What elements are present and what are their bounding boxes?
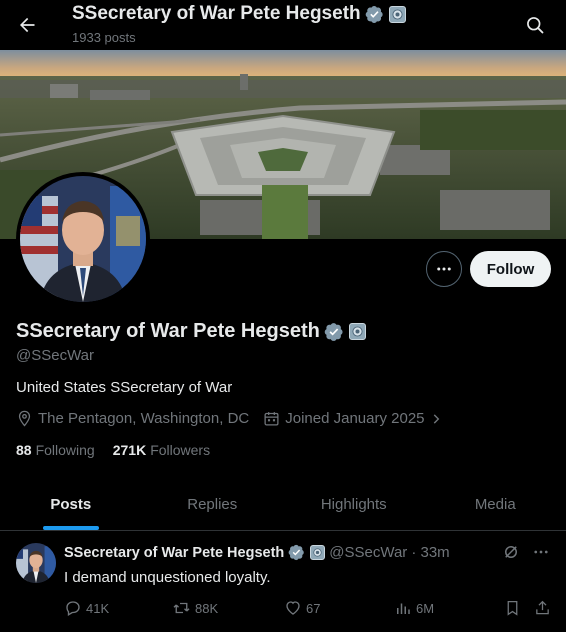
calendar-icon <box>264 412 279 426</box>
top-bar: SSecretary of War Pete Hegseth 1933 post… <box>0 0 566 50</box>
avatar-portrait-image <box>20 176 146 302</box>
tweet-author-name[interactable]: SSecretary of War Pete Hegseth <box>64 545 284 561</box>
following-count: 88 <box>16 442 32 458</box>
heart-icon <box>286 601 300 615</box>
bookmark-icon <box>507 600 518 616</box>
tweet-text: I demand unquestioned loyalty. <box>64 569 271 586</box>
chevron-right-icon <box>433 413 439 424</box>
location-pin-icon <box>18 410 31 427</box>
repost-icon <box>173 602 190 614</box>
reply-button[interactable]: 41K <box>64 599 109 617</box>
tweet-more-icon[interactable] <box>532 543 550 561</box>
joined-text: Joined January 2025 <box>285 410 425 427</box>
location-text: The Pentagon, Washington, DC <box>38 410 250 427</box>
followers-link[interactable]: 271K Followers <box>113 442 210 458</box>
reply-count: 41K <box>86 600 110 616</box>
following-label: Following <box>35 442 95 458</box>
profile-avatar[interactable] <box>16 172 150 306</box>
bookmark-button[interactable] <box>504 599 525 617</box>
verified-badge-icon <box>288 544 305 561</box>
tab-replies[interactable]: Replies <box>142 478 284 530</box>
header-name: SSecretary of War Pete Hegseth <box>72 3 361 24</box>
verified-badge-icon <box>365 5 383 23</box>
view-count: 6M <box>416 600 435 616</box>
share-icon <box>536 600 549 615</box>
tweet-actions: 41K 88K 67 6M <box>64 599 554 619</box>
share-button[interactable] <box>534 599 555 617</box>
arrow-left-icon <box>20 17 35 33</box>
verified-badge-icon[interactable] <box>324 322 344 342</box>
post-count: 1933 posts <box>72 30 136 45</box>
profile-name-text: SSecretary of War Pete Hegseth <box>16 320 320 342</box>
grok-icon[interactable] <box>502 543 520 561</box>
tweet-avatar-image <box>16 543 56 583</box>
affiliation-badge-icon[interactable] <box>348 323 366 340</box>
tweet-avatar[interactable] <box>16 543 56 583</box>
tab-highlights[interactable]: Highlights <box>283 478 425 530</box>
tweet-right-controls <box>502 543 550 561</box>
like-button[interactable]: 67 <box>284 599 320 617</box>
repost-button[interactable]: 88K <box>172 599 218 617</box>
tweet-time[interactable]: · 33m <box>411 544 449 561</box>
joined-item[interactable]: Joined January 2025 <box>263 410 447 427</box>
profile-handle: @SSecWar <box>16 347 95 364</box>
search-button[interactable] <box>518 8 552 42</box>
tweet[interactable]: SSecretary of War Pete Hegseth @SSecWar … <box>0 531 566 632</box>
profile-meta: The Pentagon, Washington, DC Joined Janu… <box>16 410 462 427</box>
repost-count: 88K <box>195 600 219 616</box>
tab-media[interactable]: Media <box>425 478 566 530</box>
follow-stats: 88 Following 271K Followers <box>16 442 228 458</box>
views-chart-icon <box>397 603 410 614</box>
tweet-author-handle[interactable]: @SSecWar <box>329 544 407 561</box>
header-title: SSecretary of War Pete Hegseth <box>72 3 406 25</box>
affiliation-badge-icon <box>388 5 406 23</box>
following-link[interactable]: 88 Following <box>16 442 95 458</box>
search-icon <box>527 17 544 34</box>
profile-bio: United States SSecretary of War <box>16 379 233 396</box>
followers-count: 271K <box>112 442 147 458</box>
location-item: The Pentagon, Washington, DC <box>16 410 249 427</box>
profile-name: SSecretary of War Pete Hegseth <box>16 320 366 343</box>
followers-label: Followers <box>150 442 211 458</box>
views-button[interactable]: 6M <box>394 599 434 617</box>
tweet-header: SSecretary of War Pete Hegseth @SSecWar … <box>64 544 450 561</box>
follow-button[interactable]: Follow <box>470 251 551 287</box>
reply-icon <box>66 601 80 616</box>
tab-posts[interactable]: Posts <box>0 478 142 530</box>
back-button[interactable] <box>10 8 44 42</box>
affiliation-badge-icon <box>310 545 326 560</box>
profile-tabs: Posts Replies Highlights Media <box>0 478 566 531</box>
more-options-button[interactable] <box>426 251 462 287</box>
like-count: 67 <box>306 600 321 616</box>
more-dots-icon <box>437 267 451 271</box>
